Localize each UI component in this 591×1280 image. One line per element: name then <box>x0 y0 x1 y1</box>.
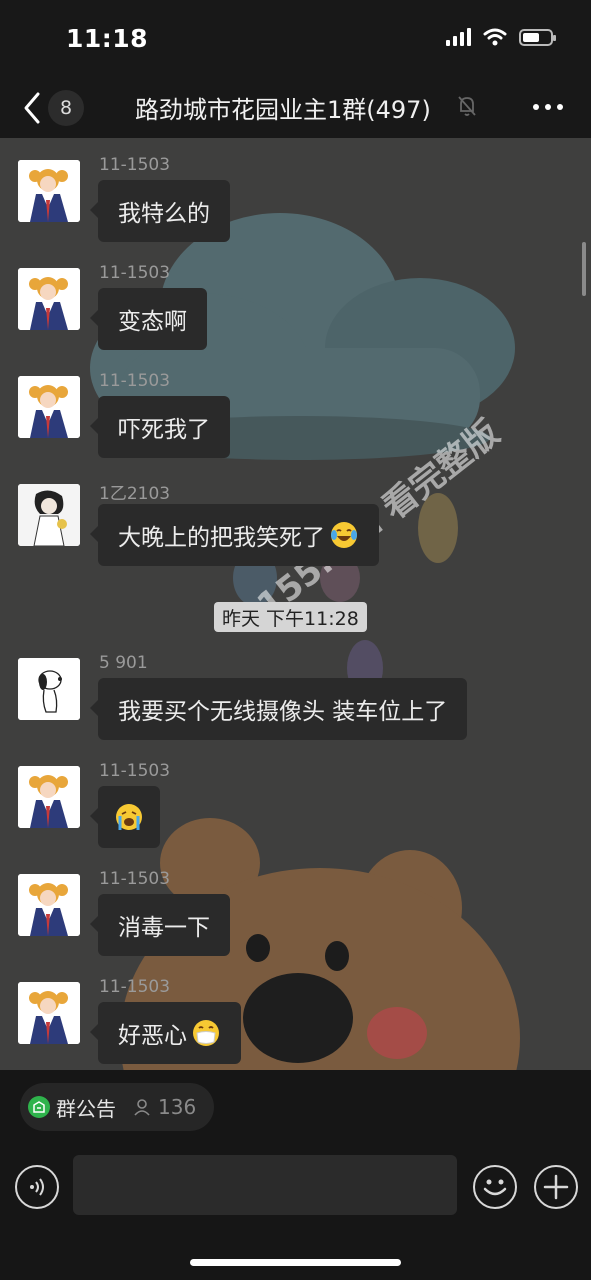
emoji-button[interactable] <box>473 1165 517 1209</box>
anime-girl-avatar-icon <box>18 766 80 828</box>
avatar[interactable] <box>18 484 80 546</box>
anime-girl-avatar-icon <box>18 268 80 330</box>
scroll-indicator[interactable] <box>582 242 586 296</box>
snoopy-avatar-icon <box>18 658 80 720</box>
anime-girl-avatar-icon <box>18 376 80 438</box>
system-icons <box>446 28 556 46</box>
more-options-icon[interactable] <box>533 104 563 110</box>
group-notice-bar: 群公告 136 <box>0 1070 591 1145</box>
mask-face-emoji-icon <box>193 1020 219 1046</box>
sender-name: 11-1503 <box>99 155 171 175</box>
group-notice-chip[interactable]: 群公告 136 <box>20 1083 215 1131</box>
avatar[interactable] <box>18 874 80 936</box>
person-icon <box>134 1099 150 1116</box>
avatar[interactable] <box>18 658 80 720</box>
member-count: 136 <box>158 1095 197 1119</box>
message-bubble[interactable]: 好恶心 <box>90 1002 241 1064</box>
back-chevron-icon[interactable] <box>22 90 42 126</box>
anime-girl-avatar-icon <box>18 160 80 222</box>
mute-bell-icon <box>458 96 476 116</box>
sender-name: 11-1503 <box>99 977 171 997</box>
time-divider: 昨天 下午11:28 <box>214 602 367 632</box>
sender-name: 11-1503 <box>99 761 171 781</box>
message-bubble[interactable]: 消毒一下 <box>90 894 230 956</box>
sender-name: 5 901 <box>99 653 148 673</box>
anime-girl-avatar-icon <box>18 874 80 936</box>
sender-name: 1乙2103 <box>99 484 171 504</box>
message-text: 好恶心 <box>118 1023 187 1049</box>
wifi-icon <box>483 28 507 46</box>
chat-header: 8 路劲城市花园业主1群(497) <box>0 78 591 138</box>
announcement-icon <box>28 1096 50 1118</box>
avatar[interactable] <box>18 376 80 438</box>
plus-icon <box>543 1174 569 1200</box>
avatar[interactable] <box>18 982 80 1044</box>
chat-title[interactable]: 路劲城市花园业主1群(497) <box>135 90 431 125</box>
sketch-woman-avatar-icon <box>18 484 80 546</box>
more-actions-button[interactable] <box>534 1165 578 1209</box>
avatar[interactable] <box>18 160 80 222</box>
message-bubble[interactable]: 我特么的 <box>90 180 230 242</box>
message-text-input[interactable] <box>73 1155 457 1215</box>
message-text: 大晚上的把我笑死了 <box>118 525 325 551</box>
message-text: 变态啊 <box>118 309 187 335</box>
unread-count-badge[interactable]: 8 <box>48 90 84 126</box>
tears-of-joy-emoji-icon <box>331 522 357 548</box>
loudly-crying-emoji-icon <box>116 804 142 830</box>
message-bubble[interactable]: 变态啊 <box>90 288 207 350</box>
message-bubble[interactable] <box>90 786 160 848</box>
anime-girl-avatar-icon <box>18 982 80 1044</box>
group-notice-label: 群公告 <box>56 1096 116 1121</box>
message-text: 我特么的 <box>118 201 210 227</box>
sender-name: 11-1503 <box>99 371 171 391</box>
sender-name: 11-1503 <box>99 263 171 283</box>
message-bubble[interactable]: 大晚上的把我笑死了 <box>90 504 379 566</box>
voice-input-button[interactable] <box>15 1165 59 1209</box>
message-bubble[interactable]: 我要买个无线摄像头 装车位上了 <box>89 678 468 740</box>
message-text: 吓死我了 <box>118 417 210 443</box>
voice-wave-icon <box>30 1178 44 1196</box>
sender-name: 11-1503 <box>99 869 171 889</box>
cellular-signal-icon <box>446 28 471 46</box>
avatar[interactable] <box>18 766 80 828</box>
message-text: 消毒一下 <box>118 915 210 941</box>
avatar[interactable] <box>18 268 80 330</box>
message-text: 我要买个无线摄像头 装车位上了 <box>118 699 448 725</box>
chat-message-list[interactable]: 155.fun 看完整版 11-1503 我特么的 11-1503 变态啊 <box>0 138 591 1070</box>
message-bubble[interactable]: 吓死我了 <box>90 396 230 458</box>
smiley-face-icon <box>483 1179 507 1196</box>
home-indicator[interactable] <box>190 1259 401 1266</box>
status-time: 11:18 <box>66 24 149 53</box>
status-bar: 11:18 <box>0 0 591 78</box>
battery-icon <box>519 28 556 46</box>
